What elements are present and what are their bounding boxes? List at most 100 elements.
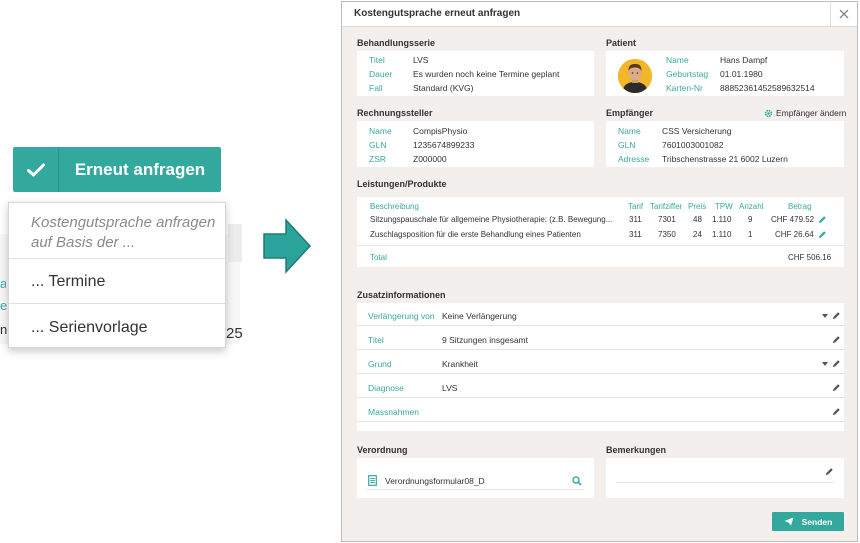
field-label: Grund xyxy=(368,359,392,369)
patient-karten-nr: 88852361452589632514 xyxy=(720,83,815,93)
cell-tarifziffer: 7350 xyxy=(658,230,676,239)
cell-beschreibung: Zuschlagsposition für die erste Behandlu… xyxy=(370,230,581,239)
cell-tpw: 1.110 xyxy=(712,230,732,239)
pencil-icon[interactable] xyxy=(832,407,841,416)
column-header: Anzahl xyxy=(739,202,764,211)
field-label: Adresse xyxy=(618,154,650,164)
pencil-icon[interactable] xyxy=(825,467,834,476)
grund-select[interactable]: Krankheit xyxy=(442,359,478,369)
anfragen-dropdown-menu: Kostengutsprache anfragen auf Basis der … xyxy=(8,202,226,348)
field-label: Diagnose xyxy=(368,383,404,393)
empfaenger-gln: 7601003001082 xyxy=(662,140,724,150)
field-titel[interactable]: Titel 9 Sitzungen insgesamt xyxy=(357,331,844,350)
search-icon[interactable] xyxy=(572,476,582,486)
verordnung-file[interactable]: Verordnungsformular08_D xyxy=(385,476,485,486)
empfaenger-aendern-button[interactable]: Empfänger ändern xyxy=(764,108,846,118)
empfaenger-name: CSS Versicherung xyxy=(662,126,732,136)
senden-button[interactable]: Senden xyxy=(772,512,844,531)
field-label: Massnahmen xyxy=(368,407,420,417)
chevron-down-icon[interactable] xyxy=(822,362,828,366)
pencil-icon[interactable] xyxy=(832,383,841,392)
table-divider xyxy=(357,245,844,246)
cell-betrag: CHF 26.64 xyxy=(775,230,814,239)
senden-label[interactable]: Senden xyxy=(802,517,833,527)
paper-plane-icon[interactable] xyxy=(784,517,794,526)
check-icon[interactable] xyxy=(13,147,59,192)
field-label: Titel xyxy=(368,335,384,345)
total-value: CHF 506.16 xyxy=(788,253,832,262)
patient-avatar xyxy=(618,59,652,93)
fragment-text: a xyxy=(0,276,6,291)
menu-item-serienvorlage[interactable]: ... Serienvorlage xyxy=(31,319,148,337)
field-label: Geburtstag xyxy=(666,69,709,79)
bemerkungen-card xyxy=(606,458,844,498)
menu-item-termine[interactable]: ... Termine xyxy=(31,273,105,291)
field-underline xyxy=(616,482,834,483)
section-title-behandlungsserie: Behandlungsserie xyxy=(357,38,436,48)
dialog-title: Kostengutsprache erneut anfragen xyxy=(354,8,521,19)
section-title-bemerkungen: Bemerkungen xyxy=(606,445,667,455)
cell-preis: 48 xyxy=(693,215,702,224)
verlaengerung-select[interactable]: Keine Verlängerung xyxy=(442,311,517,321)
rechnungssteller-zsr: Z000000 xyxy=(413,154,447,164)
field-label: Dauer xyxy=(369,69,393,79)
fragment-text: e xyxy=(0,298,8,313)
field-underline xyxy=(367,489,584,490)
close-icon[interactable] xyxy=(839,9,849,19)
diagnose-input[interactable]: LVS xyxy=(442,383,457,393)
column-header: Preis xyxy=(688,202,707,211)
rechnungssteller-card: Name CompisPhysio GLN 1235674899233 ZSR … xyxy=(357,121,594,167)
section-title-empfaenger: Empfänger xyxy=(606,108,654,118)
pencil-icon[interactable] xyxy=(832,359,841,368)
patient-card: Name Hans Dampf Geburtstag 01.01.1980 Ka… xyxy=(606,51,844,96)
cell-betrag: CHF 479.52 xyxy=(771,215,815,224)
field-label: Fall xyxy=(369,83,383,93)
field-label: Name xyxy=(369,126,392,136)
close-button[interactable] xyxy=(830,2,856,26)
menu-divider xyxy=(9,303,225,304)
pencil-icon[interactable] xyxy=(832,311,841,320)
empfaenger-adresse: Tribschenstrasse 21 6002 Luzern xyxy=(662,154,788,164)
field-grund[interactable]: Grund Krankheit xyxy=(357,355,844,374)
section-title-zusatzinformationen: Zusatzinformationen xyxy=(357,290,446,300)
field-diagnose[interactable]: Diagnose LVS xyxy=(357,379,844,398)
field-massnahmen[interactable]: Massnahmen xyxy=(357,403,844,422)
column-header: Betrag xyxy=(788,202,812,211)
erneut-anfragen-button[interactable]: Erneut anfragen xyxy=(59,147,221,192)
dialog-header: Kostengutsprache erneut anfragen xyxy=(342,2,857,27)
behandlungsserie-titel: LVS xyxy=(413,55,429,65)
cell-tarifziffer: 7301 xyxy=(658,215,676,224)
arrow-right-icon xyxy=(263,218,312,274)
dropdown-hint: Kostengutsprache anfragen auf Basis der … xyxy=(31,214,216,251)
gear-icon[interactable] xyxy=(764,109,773,118)
rechnungssteller-gln: 1235674899233 xyxy=(413,140,475,150)
behandlungsserie-dauer: Es wurden noch keine Termine geplant xyxy=(413,69,560,79)
document-icon xyxy=(368,475,377,486)
cell-tarif: 311 xyxy=(629,215,642,224)
verordnung-card: Verordnungsformular08_D xyxy=(357,458,594,498)
behandlungsserie-card: Titel LVS Dauer Es wurden noch keine Ter… xyxy=(357,51,594,96)
pencil-icon[interactable] xyxy=(818,230,827,239)
cell-anzahl: 9 xyxy=(748,215,753,224)
empfaenger-aendern-label[interactable]: Empfänger ändern xyxy=(776,108,846,118)
erneut-anfragen-split-button[interactable]: Erneut anfragen xyxy=(13,147,221,192)
column-header: Tarif xyxy=(628,202,644,211)
section-title-verordnung: Verordnung xyxy=(357,445,408,455)
kostengutsprache-dialog: Kostengutsprache erneut anfragen Behandl… xyxy=(341,1,858,542)
field-label: Verlängerung von xyxy=(368,311,435,321)
field-label: ZSR xyxy=(369,154,386,164)
chevron-down-icon[interactable] xyxy=(822,314,828,318)
menu-divider xyxy=(9,258,225,259)
field-label: Titel xyxy=(369,55,385,65)
field-verlaengerung[interactable]: Verlängerung von Keine Verlängerung xyxy=(357,307,844,326)
total-label: Total xyxy=(370,253,387,262)
person-photo-icon xyxy=(618,59,652,93)
behandlungsserie-fall: Standard (KVG) xyxy=(413,83,474,93)
titel-input[interactable]: 9 Sitzungen insgesamt xyxy=(442,335,528,345)
cell-tpw: 1.110 xyxy=(712,215,732,224)
field-label: GLN xyxy=(618,140,636,150)
pencil-icon[interactable] xyxy=(818,215,827,224)
cell-beschreibung: Sitzungspauschale für allgemeine Physiot… xyxy=(370,215,613,224)
field-label: GLN xyxy=(369,140,387,150)
pencil-icon[interactable] xyxy=(832,335,841,344)
